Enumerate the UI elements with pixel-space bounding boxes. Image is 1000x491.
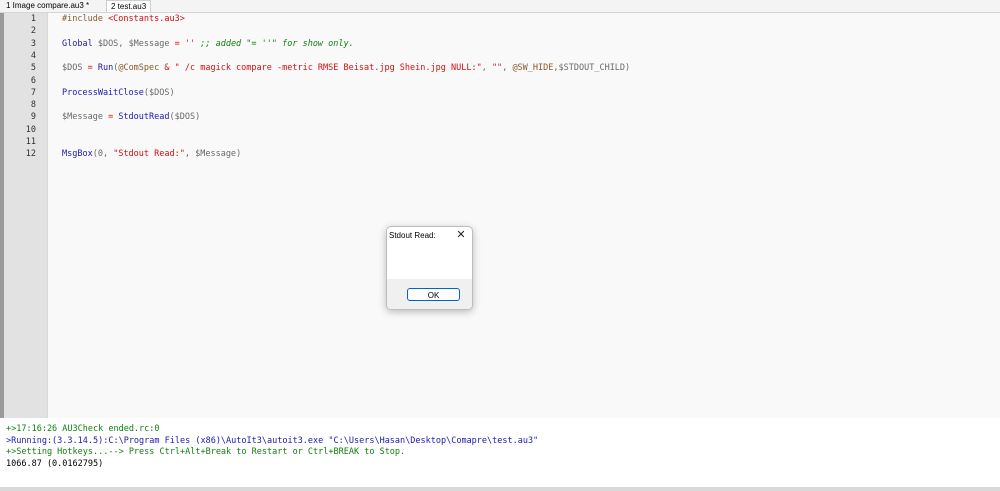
code-token: = [169,38,185,49]
code-token: ProcessWaitClose [62,87,144,98]
code-token: #include [62,14,109,24]
code-text: Global $DOS, $Message = '' ;; added "= '… [62,38,354,50]
code-token: @SW_HIDE [512,63,554,74]
line-number: 6 [30,75,36,86]
status-strip [0,487,1000,491]
line-number: 10 [25,124,36,135]
code-token: MsgBox [62,149,93,160]
code-token: (0, [92,149,114,160]
line-number: 2 [30,26,36,37]
tab-image-compare[interactable]: 1 Image compare.au3 * [2,0,93,11]
close-icon[interactable]: ✕ [453,228,469,242]
message-box-dialog: Stdout Read: ✕ OK [386,226,473,310]
code-token: , [118,38,129,49]
code-token: $Message [195,149,237,160]
code-token: ;; added "= ''" for show only. [200,38,354,49]
code-token: $Message [128,38,170,49]
code-token: $DOS [62,63,83,74]
code-token: ) [169,87,175,98]
code-text: #include <Constants.au3> [62,13,185,25]
code-token: @ComSpec [118,63,160,74]
code-token: ) [625,63,631,74]
line-number: 4 [30,50,36,61]
code-token: StdoutRead [118,112,170,123]
code-text: MsgBox(0, "Stdout Read:", $Message) [62,148,241,160]
output-line: 1066.87 (0.0162795) [6,458,104,469]
tab-test[interactable]: 2 test.au3 [106,0,152,12]
code-token: <Constants.au3> [108,14,185,24]
code-token: Run [97,63,114,74]
code-token: $STDOUT_CHILD [558,63,626,74]
code-token: ) [236,149,242,160]
output-line: +>Setting Hotkeys...--> Press Ctrl+Alt+B… [6,447,406,457]
line-number: 7 [30,87,36,98]
line-number: 8 [30,100,36,111]
line-number: 1 [30,14,36,24]
output-console: +>17:16:26 AU3Check ended.rc:0 >Running:(… [0,421,1000,485]
output-line: +>17:16:26 AU3Check ended.rc:0 [6,424,160,434]
code-editor[interactable]: 1 #include <Constants.au3> 2 3 Global $DOS, … [0,13,1000,418]
tab-bar: 1 Image compare.au3 * 2 test.au3 [0,0,1000,13]
code-token: "" [491,63,503,74]
code-token: $Message [62,112,103,123]
code-token: " /c magick compare -metric RMSE Beisat.… [174,63,482,74]
code-token: Global [62,38,98,49]
code-token: $DOS [174,112,196,123]
code-token: = [82,63,98,74]
code-token: ) [195,112,201,123]
output-line: >Running:(3.3.14.5):C:\Program Files (x8… [6,435,539,446]
code-token: $DOS [149,87,170,98]
line-number: 12 [25,149,36,160]
code-token: $DOS [97,38,119,49]
line-number: 5 [30,63,36,74]
line-number: 3 [30,38,36,49]
fold-margin [47,13,48,418]
code-token: & [159,63,175,74]
line-number: 11 [25,137,36,147]
code-token: , [502,63,513,74]
dialog-footer: OK [387,279,472,309]
code-text: $Message = StdoutRead($DOS) [62,111,200,123]
dialog-title: Stdout Read: [389,231,436,240]
code-token: "Stdout Read:" [113,149,185,160]
ok-button[interactable]: OK [407,288,460,301]
code-text: $DOS = Run(@ComSpec & " /c magick compar… [62,62,630,74]
code-token: , [184,149,196,160]
code-token: '' [184,38,201,49]
code-token: , [481,63,492,74]
code-token: = [102,112,119,123]
line-number: 9 [30,112,36,123]
code-text: ProcessWaitClose($DOS) [62,87,175,99]
